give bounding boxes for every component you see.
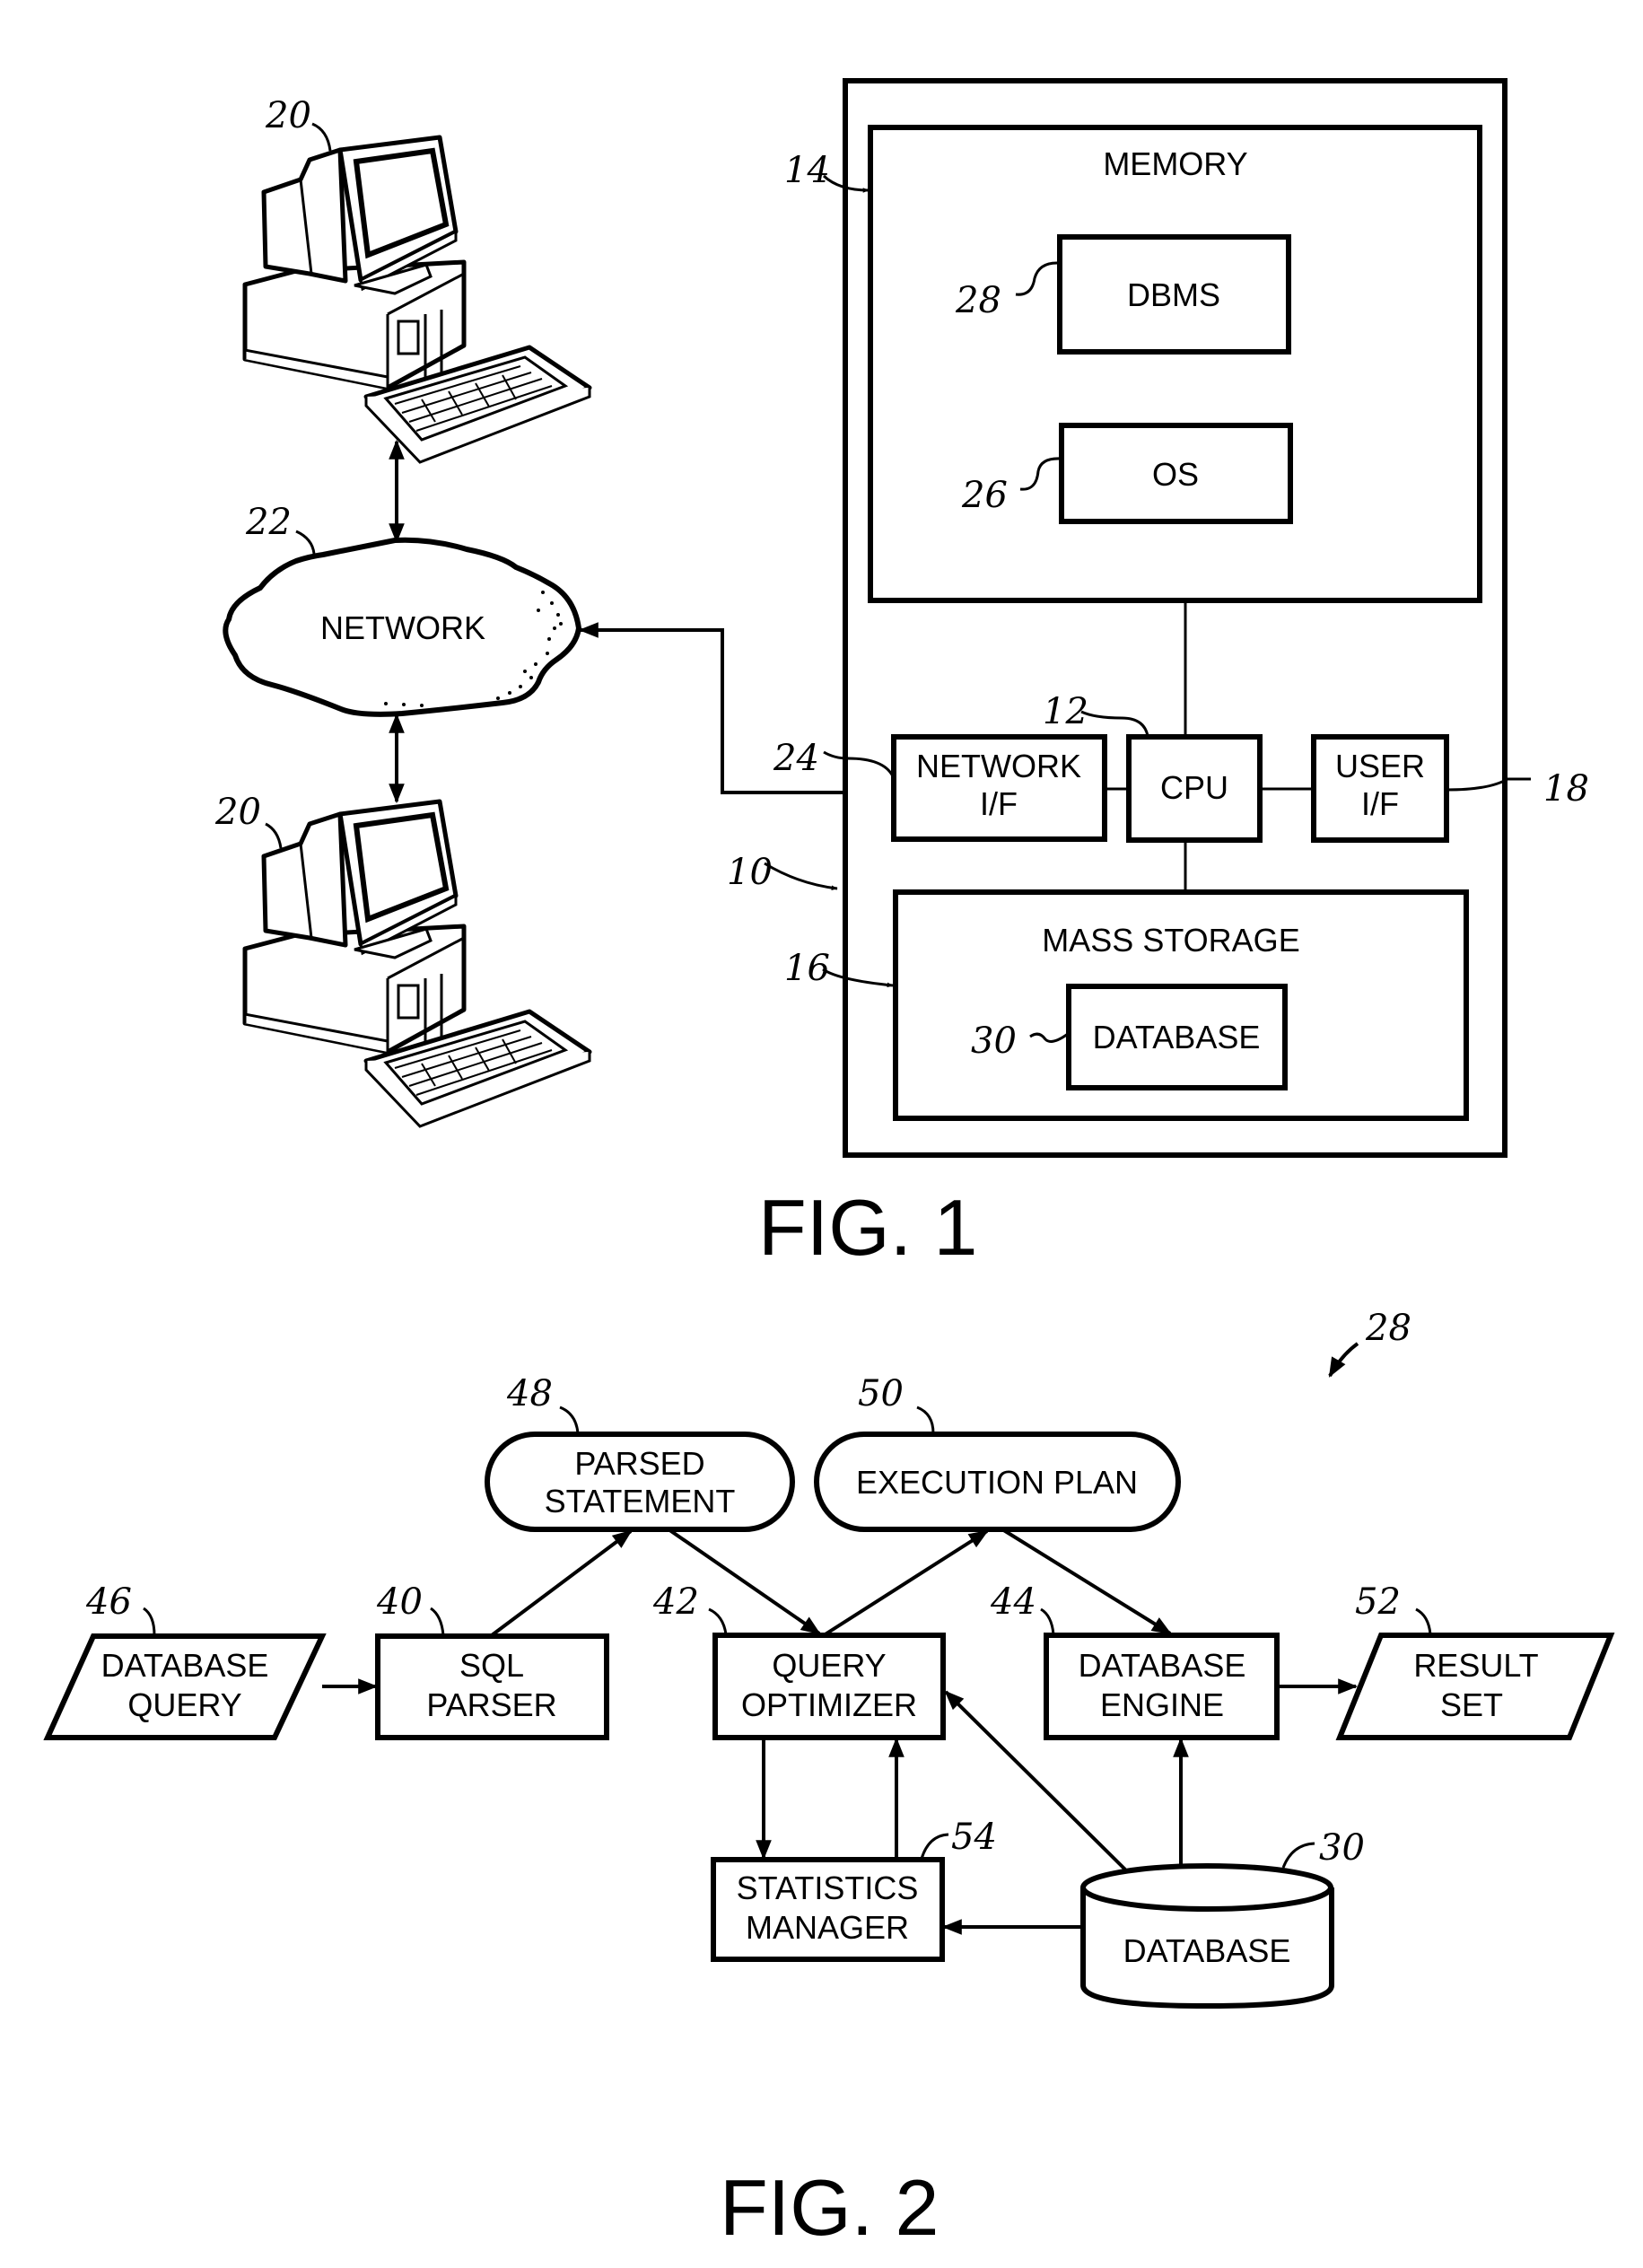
execution-plan-node: EXECUTION PLAN 50 [814, 1373, 1181, 1532]
ref-label-46: 46 [85, 1581, 132, 1623]
leader-44 [1040, 1607, 1055, 1635]
patent-drawing-sheet: 20 NETWORK 22 20 10 MEMORY 14 DBMS 28 OS… [43, 78, 1615, 2252]
sql-parser-line1: SQL [459, 1647, 524, 1684]
ref-label-52: 52 [1355, 1581, 1401, 1623]
desktop-computer-icon [242, 799, 592, 1128]
client-computer-top: 20 [242, 95, 592, 464]
query-optimizer-line2: OPTIMIZER [741, 1686, 917, 1723]
leader-30-fig2 [1281, 1842, 1315, 1869]
parsed-statement-node: PARSED STATEMENT 48 [485, 1373, 795, 1532]
mass-storage-label: MASS STORAGE [1042, 922, 1299, 959]
ref-label-18: 18 [1543, 768, 1589, 810]
leader-42 [708, 1607, 728, 1635]
database-engine-block: DATABASE ENGINE 44 [990, 1581, 1280, 1740]
ref-label-22: 22 [245, 502, 292, 543]
leader-22 [295, 530, 316, 555]
ref-label-14: 14 [784, 150, 830, 191]
ref-label-48: 48 [506, 1373, 553, 1414]
leader-20-top [311, 122, 332, 152]
ref-label-26: 26 [961, 475, 1008, 516]
ref-label-10: 10 [727, 852, 773, 893]
execution-plan-label: EXECUTION PLAN [856, 1464, 1138, 1501]
query-optimizer-line1: QUERY [772, 1647, 886, 1684]
database-query-line2: QUERY [127, 1686, 241, 1723]
memory-block: MEMORY 14 [784, 125, 1482, 603]
sql-parser-block: SQL PARSER 40 [375, 1581, 609, 1740]
figure-1: 20 NETWORK 22 20 10 MEMORY 14 DBMS 28 OS… [214, 78, 1589, 1272]
figure-1-caption: FIG. 1 [758, 1183, 978, 1272]
ref-label-28: 28 [955, 280, 1001, 321]
ref-label-24: 24 [773, 738, 819, 779]
network-if-line1: NETWORK [916, 748, 1081, 784]
network-interface-block: NETWORK I/F 24 [773, 734, 1107, 842]
ref-label-42: 42 [652, 1581, 699, 1623]
memory-label: MEMORY [1103, 145, 1247, 182]
desktop-computer-icon [242, 135, 592, 464]
database-query-line1: DATABASE [101, 1647, 269, 1684]
sql-parser-line2: PARSER [426, 1686, 556, 1723]
figure-2-caption: FIG. 2 [720, 2163, 939, 2252]
leader-28-fig2 [1328, 1342, 1359, 1378]
ref-label-54: 54 [951, 1817, 997, 1858]
ref-label-12: 12 [1043, 691, 1088, 732]
network-label: NETWORK [320, 609, 485, 646]
result-set-node: RESULT SET 52 [1335, 1581, 1615, 1740]
ref-label-30: 30 [971, 1020, 1017, 1062]
ref-label-16: 16 [784, 948, 830, 989]
ref-label-30-fig2: 30 [1319, 1827, 1365, 1869]
dbms-label: DBMS [1127, 276, 1220, 313]
leader-50 [916, 1405, 935, 1434]
database-query-node: DATABASE QUERY 46 [43, 1581, 327, 1740]
ref-label-44: 44 [990, 1581, 1036, 1623]
database-engine-line1: DATABASE [1079, 1647, 1246, 1684]
leader-52 [1415, 1607, 1432, 1635]
user-if-line2: I/F [1361, 785, 1399, 822]
database-engine-line2: ENGINE [1100, 1686, 1224, 1723]
leader-10 [764, 862, 838, 891]
database-label: DATABASE [1093, 1019, 1261, 1055]
result-set-line2: SET [1440, 1686, 1503, 1723]
database-cylinder-label: DATABASE [1123, 1932, 1291, 1969]
result-set-line1: RESULT [1413, 1647, 1538, 1684]
ref-label-40: 40 [376, 1581, 423, 1623]
statistics-manager-line2: MANAGER [746, 1909, 909, 1946]
ref-label-50: 50 [858, 1373, 904, 1414]
parsed-statement-line1: PARSED [574, 1445, 704, 1482]
network-node: NETWORK 22 [223, 502, 582, 717]
arrow-optimizer-to-execution-plan [822, 1529, 989, 1637]
ref-label-20-top: 20 [265, 95, 311, 136]
arrow-parser-to-parsed-statement [490, 1529, 633, 1637]
leader-54 [920, 1833, 949, 1860]
leader-20-bottom [265, 822, 283, 849]
user-if-line1: USER [1335, 748, 1425, 784]
leader-40 [430, 1607, 445, 1636]
leader-46 [143, 1607, 156, 1636]
network-if-line2: I/F [980, 785, 1018, 822]
leader-48 [559, 1405, 580, 1434]
figure-2: 28 DATABASE QUERY 46 SQL PARSER 40 PARSE… [43, 1308, 1615, 2252]
os-label: OS [1152, 456, 1199, 493]
statistics-manager-block: STATISTICS MANAGER 54 [711, 1817, 997, 1962]
statistics-manager-line1: STATISTICS [737, 1870, 919, 1906]
ref-label-28-fig2: 28 [1365, 1308, 1411, 1349]
database-cylinder-node: DATABASE 30 [1080, 1827, 1365, 2010]
parsed-statement-line2: STATEMENT [545, 1483, 736, 1519]
query-optimizer-block: QUERY OPTIMIZER 42 [652, 1581, 946, 1740]
cpu-label: CPU [1160, 769, 1228, 806]
client-computer-bottom: 20 [214, 792, 592, 1128]
ref-label-20-bottom: 20 [214, 792, 261, 833]
